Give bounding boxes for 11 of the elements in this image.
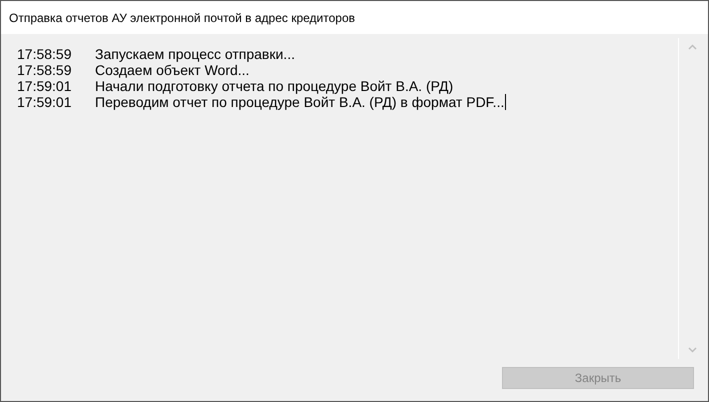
log-message: Переводим отчет по процедуре Войт В.А. (РД) в формат PDF... bbox=[95, 94, 506, 110]
log-time: 17:59:01 bbox=[17, 78, 72, 94]
log-message: Создаем объект Word... bbox=[95, 62, 250, 78]
scroll-down-icon[interactable] bbox=[688, 347, 697, 353]
scroll-up-icon[interactable] bbox=[688, 44, 697, 50]
window-title: Отправка отчетов АУ электронной почтой в адрес кредиторов bbox=[9, 10, 356, 26]
log-time: 17:59:01 bbox=[17, 94, 72, 110]
log-message: Запускаем процесс отправки... bbox=[95, 46, 295, 62]
log-time: 17:58:59 bbox=[17, 62, 72, 78]
log-message: Начали подготовку отчета по процедуре Войт В.А. (РД) bbox=[95, 78, 454, 94]
log-time: 17:58:59 bbox=[17, 46, 72, 62]
